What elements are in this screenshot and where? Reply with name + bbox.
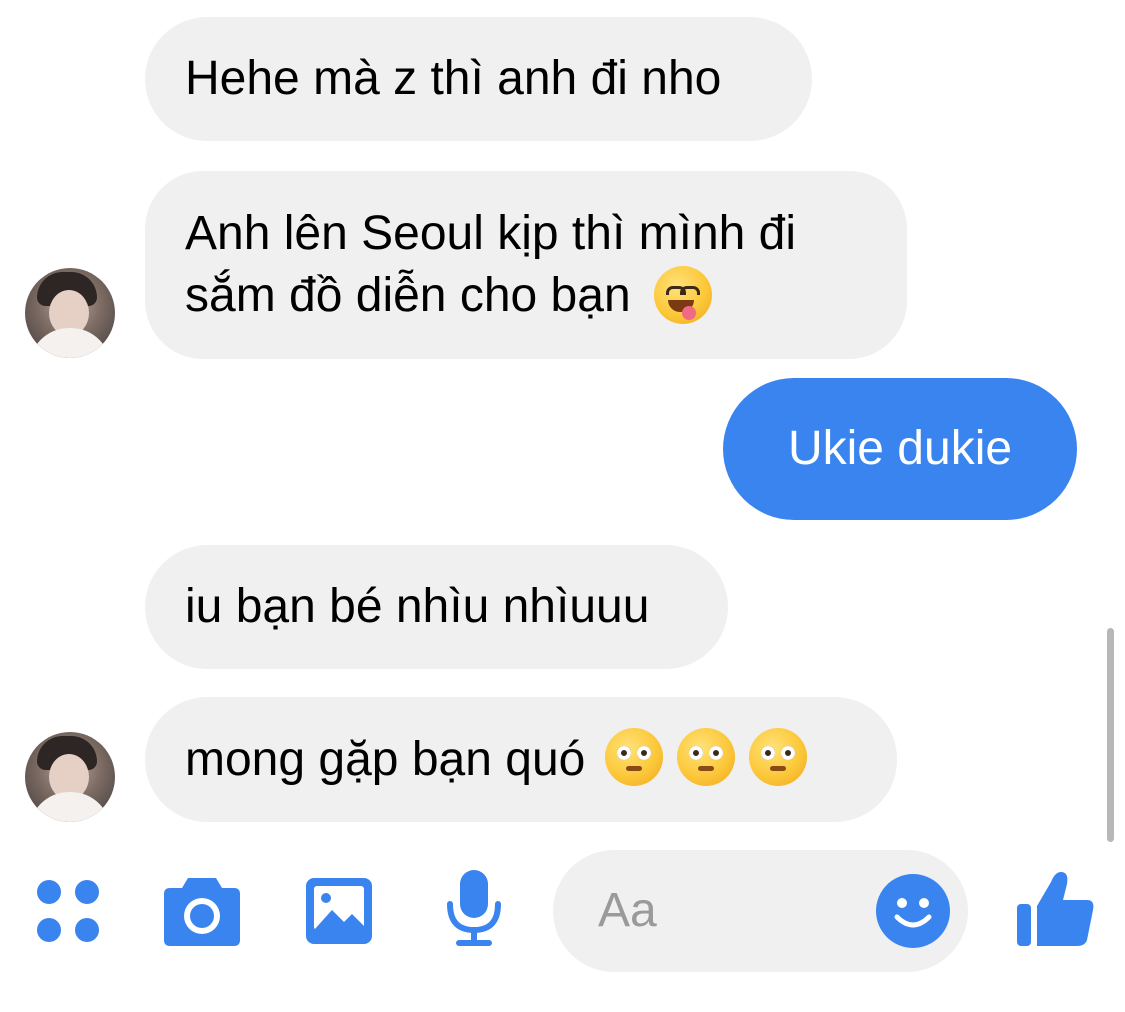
scrollbar[interactable]	[1107, 628, 1114, 842]
pleading-face-emoji-icon	[677, 727, 736, 786]
message-bubble-incoming[interactable]: Hehe mà z thì anh đi nho	[145, 17, 812, 141]
message-text: iu bạn bé nhìu nhìuuu	[185, 580, 650, 633]
pleading-face-emoji-icon	[749, 727, 808, 786]
message-input[interactable]: Aa	[553, 850, 968, 972]
message-text-line: Anh lên Seoul kịp thì mình đi	[185, 207, 797, 260]
message-bubble-incoming[interactable]: mong gặp bạn quó	[145, 697, 897, 822]
message-text: mong gặp bạn quó	[185, 732, 586, 786]
pleading-face-emoji-icon	[605, 727, 664, 786]
avatar[interactable]	[25, 732, 115, 822]
message-bubble-incoming[interactable]: iu bạn bé nhìu nhìuuu	[145, 545, 728, 669]
gallery-icon[interactable]	[304, 876, 374, 946]
avatar[interactable]	[25, 268, 115, 358]
message-text: Hehe mà z thì anh đi nho	[185, 52, 722, 105]
message-bubble-incoming[interactable]: Anh lên Seoul kịp thì mình đi sắm đồ diễ…	[145, 171, 907, 359]
apps-icon[interactable]	[35, 878, 101, 944]
face-savoring-food-emoji-icon	[653, 266, 712, 325]
message-text-line: sắm đồ diễn cho bạn	[185, 269, 631, 322]
microphone-icon[interactable]	[442, 868, 506, 950]
message-text: Ukie dukie	[787, 422, 1013, 475]
camera-icon[interactable]	[162, 870, 242, 948]
message-bubble-outgoing[interactable]: Ukie dukie	[723, 378, 1077, 520]
emoji-icon[interactable]	[875, 873, 951, 949]
message-input-placeholder: Aa	[598, 884, 657, 937]
thumbs-up-icon[interactable]	[1015, 866, 1097, 950]
